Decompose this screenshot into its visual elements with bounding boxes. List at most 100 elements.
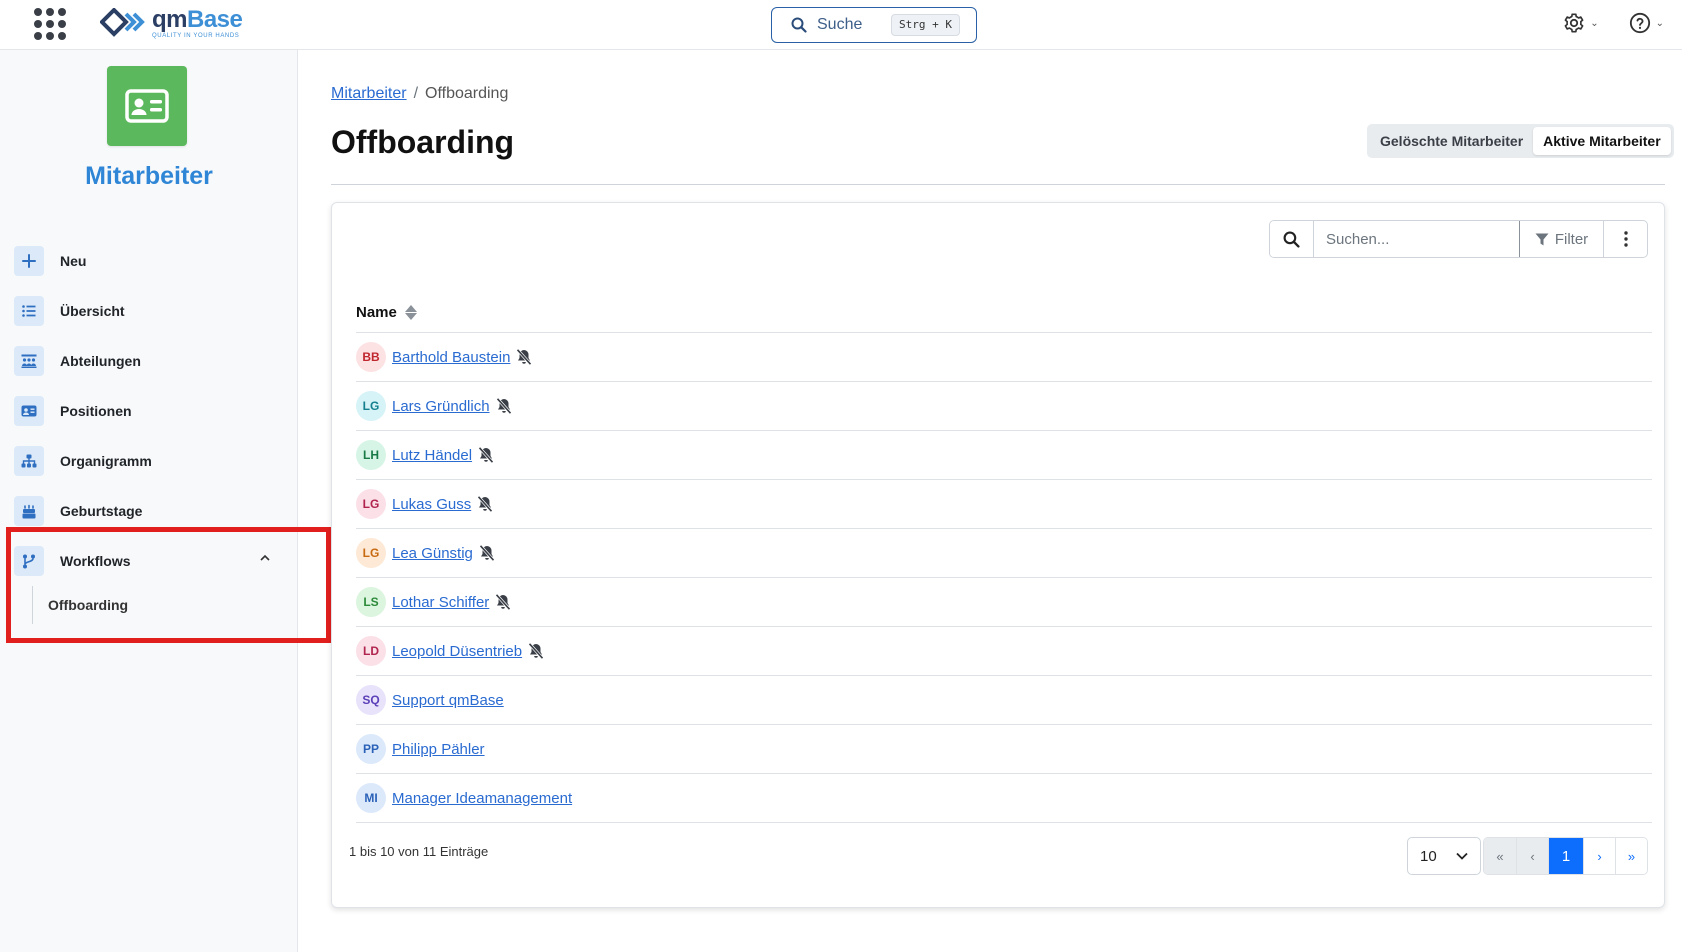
sidebar-item-label: Übersicht bbox=[60, 303, 125, 319]
employee-table: Name BB Barthold Baustein LG Lars Gründlich… bbox=[356, 293, 1652, 823]
sidebar-item-abteilungen[interactable]: Abteilungen bbox=[14, 336, 284, 386]
avatar: PP bbox=[356, 734, 386, 764]
departments-icon bbox=[21, 354, 37, 368]
table-row: BB Barthold Baustein bbox=[356, 333, 1652, 382]
title-divider bbox=[331, 184, 1665, 185]
bell-slash-icon bbox=[527, 642, 545, 660]
employee-name-link[interactable]: Lukas Guss bbox=[392, 496, 471, 513]
table-row: SQ Support qmBase bbox=[356, 676, 1652, 725]
branch-icon bbox=[23, 554, 35, 568]
filter-icon bbox=[1535, 233, 1549, 245]
qmbase-logo-mark bbox=[100, 8, 145, 37]
app-tile-employees[interactable] bbox=[107, 66, 187, 146]
sidebar-item-uebersicht[interactable]: Übersicht bbox=[14, 286, 284, 336]
bell-slash-icon bbox=[494, 593, 512, 611]
employee-name-link[interactable]: Lothar Schiffer bbox=[392, 594, 489, 611]
employee-name-link[interactable]: Support qmBase bbox=[392, 692, 504, 709]
sidebar-item-label: Organigramm bbox=[60, 453, 152, 469]
avatar: BB bbox=[356, 342, 386, 372]
sidebar-subitem-label: Offboarding bbox=[48, 597, 129, 613]
breadcrumb-current: Offboarding bbox=[425, 85, 509, 102]
sidebar-item-label: Geburtstage bbox=[60, 503, 143, 519]
table-row: PP Philipp Pähler bbox=[356, 725, 1652, 774]
logo-tagline: QUALITY IN YOUR HANDS bbox=[152, 32, 240, 39]
search-icon bbox=[1283, 231, 1300, 248]
filter-label: Filter bbox=[1554, 230, 1589, 248]
employee-name-link[interactable]: Lea Günstig bbox=[392, 545, 473, 562]
qmbase-logo[interactable]: qmBase QUALITY IN YOUR HANDS bbox=[100, 5, 243, 40]
chevron-down-icon: ⌄ bbox=[1590, 17, 1599, 29]
employee-name-link[interactable]: Leopold Düsentrieb bbox=[392, 643, 522, 660]
sidebar-nav: Neu Übersicht Abteilungen Positionen Org… bbox=[14, 236, 284, 624]
employee-name-link[interactable]: Lutz Händel bbox=[392, 447, 472, 464]
pagination-page-1[interactable]: 1 bbox=[1548, 838, 1583, 874]
avatar: MI bbox=[356, 783, 386, 813]
app-title: Mitarbeiter bbox=[85, 162, 213, 190]
cake-icon bbox=[22, 504, 36, 518]
table-search-icon-button[interactable] bbox=[1270, 221, 1314, 257]
table-row: LG Lea Günstig bbox=[356, 529, 1652, 578]
table-row: LG Lars Gründlich bbox=[356, 382, 1652, 431]
chevron-down-icon bbox=[1456, 852, 1468, 860]
bell-slash-icon bbox=[515, 348, 533, 366]
employee-name-link[interactable]: Philipp Pähler bbox=[392, 741, 485, 758]
logo-name: qmBase bbox=[152, 5, 243, 33]
plus-icon bbox=[22, 254, 36, 268]
avatar: LG bbox=[356, 391, 386, 421]
avatar: LS bbox=[356, 587, 386, 617]
sidebar-item-workflows[interactable]: Workflows bbox=[14, 536, 284, 586]
avatar: SQ bbox=[356, 685, 386, 715]
list-icon bbox=[22, 305, 36, 317]
sidebar-item-positionen[interactable]: Positionen bbox=[14, 386, 284, 436]
help-icon bbox=[1629, 12, 1650, 34]
pagination-last-button[interactable]: » bbox=[1615, 838, 1647, 874]
filter-button[interactable]: Filter bbox=[1519, 221, 1603, 257]
sidebar-item-label: Abteilungen bbox=[60, 353, 141, 369]
pagination-prev-button[interactable]: ‹ bbox=[1516, 838, 1548, 874]
top-bar: qmBase QUALITY IN YOUR HANDS Suche Strg … bbox=[0, 0, 1682, 50]
chevron-up-icon bbox=[260, 554, 270, 561]
sitemap-icon bbox=[21, 454, 37, 468]
sidebar-subitem-offboarding[interactable]: Offboarding bbox=[32, 586, 284, 624]
pagination-area: 10 « ‹ 1 › » bbox=[1407, 837, 1648, 875]
pagination: « ‹ 1 › » bbox=[1483, 837, 1648, 875]
table-search-input[interactable] bbox=[1314, 221, 1519, 257]
avatar: LG bbox=[356, 538, 386, 568]
employee-name-link[interactable]: Manager Ideamanagement bbox=[392, 790, 572, 807]
id-card-icon bbox=[21, 405, 37, 417]
toggle-deleted-employees[interactable]: Gelöschte Mitarbeiter bbox=[1370, 127, 1533, 155]
bell-slash-icon bbox=[495, 397, 513, 415]
table-body: BB Barthold Baustein LG Lars Gründlich LH Lut… bbox=[356, 333, 1652, 823]
sidebar-item-neu[interactable]: Neu bbox=[14, 236, 284, 286]
table-toolbar: Filter bbox=[1269, 220, 1648, 258]
sidebar-item-geburtstage[interactable]: Geburtstage bbox=[14, 486, 284, 536]
employee-name-link[interactable]: Barthold Baustein bbox=[392, 349, 510, 366]
apps-grid-icon[interactable] bbox=[34, 8, 66, 40]
employee-name-link[interactable]: Lars Gründlich bbox=[392, 398, 490, 415]
toggle-active-employees[interactable]: Aktive Mitarbeiter bbox=[1533, 127, 1671, 155]
table-row: LD Leopold Düsentrieb bbox=[356, 627, 1652, 676]
page-title: Offboarding bbox=[331, 124, 515, 160]
table-row: LG Lukas Guss bbox=[356, 480, 1652, 529]
pagination-next-button[interactable]: › bbox=[1583, 838, 1615, 874]
search-label: Suche bbox=[817, 16, 863, 33]
column-header-name[interactable]: Name bbox=[356, 304, 397, 321]
table-row: MI Manager Ideamanagement bbox=[356, 774, 1652, 823]
page-size-select[interactable]: 10 bbox=[1407, 837, 1481, 875]
pagination-first-button[interactable]: « bbox=[1484, 838, 1516, 874]
sidebar-item-label: Workflows bbox=[60, 553, 131, 569]
more-options-button[interactable] bbox=[1603, 221, 1647, 257]
settings-dropdown[interactable]: ⌄ bbox=[1563, 12, 1599, 34]
table-header-row: Name bbox=[356, 293, 1652, 333]
sort-icon[interactable] bbox=[404, 305, 417, 320]
breadcrumb-link-mitarbeiter[interactable]: Mitarbeiter bbox=[331, 85, 407, 102]
bell-slash-icon bbox=[476, 495, 494, 513]
help-dropdown[interactable]: ⌄ bbox=[1629, 12, 1664, 34]
global-search-button[interactable]: Suche Strg + K bbox=[771, 7, 977, 43]
sidebar-item-organigramm[interactable]: Organigramm bbox=[14, 436, 284, 486]
page-size-value: 10 bbox=[1420, 847, 1437, 865]
id-card-icon bbox=[125, 89, 169, 123]
chevron-down-icon: ⌄ bbox=[1655, 17, 1664, 29]
sidebar-item-label: Positionen bbox=[60, 403, 132, 419]
sidebar: Mitarbeiter Neu Übersicht Abteilungen Po… bbox=[0, 50, 298, 952]
